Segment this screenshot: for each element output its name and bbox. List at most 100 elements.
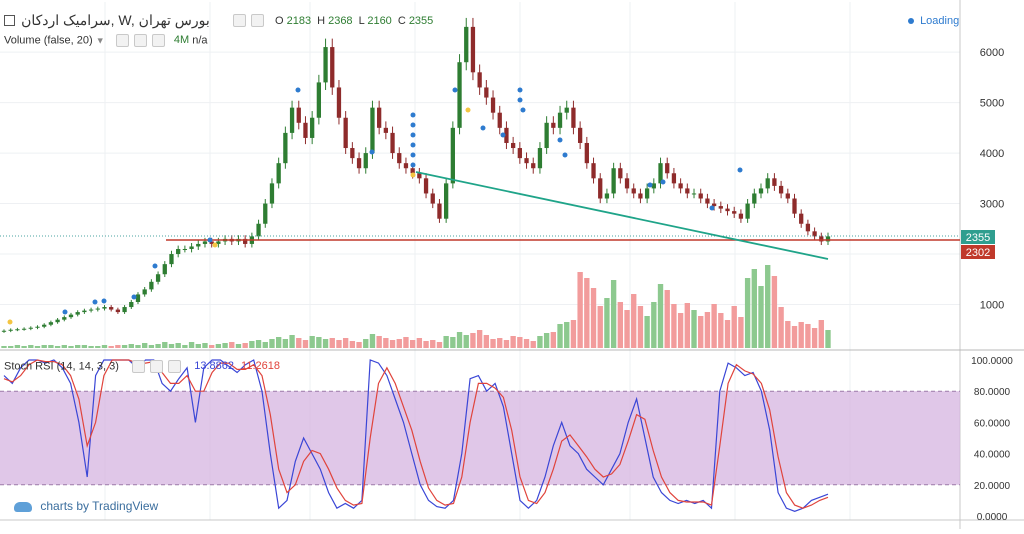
- volume-bar: [664, 290, 670, 348]
- stoch-name: Stoch RSI (14, 14, 3, 3): [4, 360, 119, 373]
- volume-bar: [195, 344, 201, 348]
- signal-dot: [709, 205, 715, 211]
- candle-body: [430, 193, 435, 204]
- volume-bar: [691, 310, 697, 348]
- volume-bar: [765, 265, 771, 348]
- price-tick-label: 3000: [980, 199, 1004, 211]
- settings-button[interactable]: [232, 14, 246, 27]
- candle-body: [68, 314, 74, 318]
- volume-bar: [21, 346, 27, 348]
- volume-bar: [778, 307, 784, 348]
- candle-body: [631, 188, 636, 194]
- volume-bar: [229, 342, 235, 348]
- volume-bar: [14, 345, 21, 348]
- stoch-close-button[interactable]: [168, 360, 182, 373]
- volume-bar: [329, 338, 335, 348]
- volume-bar: [758, 286, 764, 348]
- volume-bar: [791, 326, 798, 348]
- candle-body: [464, 26, 469, 63]
- candle-body: [665, 163, 670, 174]
- price-tick-label: 6000: [980, 47, 1004, 59]
- candle-body: [397, 153, 402, 164]
- candle-body: [276, 163, 281, 184]
- candle-body: [524, 158, 529, 164]
- candle-body: [537, 148, 543, 169]
- volume-bar: [490, 339, 496, 348]
- signal-dot: [212, 242, 218, 248]
- candle-body: [510, 142, 516, 149]
- volume-bar: [208, 345, 215, 348]
- candle-body: [417, 173, 422, 179]
- volume-bar: [597, 306, 603, 348]
- candle-body: [792, 198, 797, 214]
- signal-dot: [410, 112, 416, 118]
- ohlc-value-l: 2160: [367, 14, 392, 27]
- volume-bar: [28, 345, 34, 348]
- volume-bar: [684, 303, 690, 348]
- volume-bar: [503, 340, 510, 348]
- candle-body: [785, 193, 790, 199]
- candle-body: [799, 213, 804, 224]
- signal-dot: [7, 319, 13, 325]
- volume-bar: [557, 324, 563, 348]
- signal-dot: [410, 142, 416, 148]
- volume-bar: [644, 316, 650, 348]
- volume-bar: [75, 345, 81, 348]
- hide-button[interactable]: [250, 14, 264, 27]
- volume-bar: [101, 345, 108, 348]
- volume-legend: Volume (false, 20) ▼ 4M n/a: [4, 34, 208, 47]
- candle-body: [109, 307, 114, 310]
- candle-body: [497, 112, 502, 128]
- signal-dot: [465, 107, 471, 113]
- volume-settings-button[interactable]: [115, 34, 129, 47]
- volume-close-button[interactable]: [151, 34, 165, 47]
- volume-bar: [543, 333, 550, 348]
- candle-body: [584, 142, 589, 164]
- volume-bar: [785, 321, 791, 348]
- volume-bar: [155, 344, 161, 348]
- volume-hide-button[interactable]: [133, 34, 147, 47]
- volume-bar: [436, 342, 443, 348]
- candle-body: [323, 47, 328, 83]
- volume-bar: [262, 342, 268, 348]
- signal-dot: [452, 87, 458, 93]
- chevron-down-icon[interactable]: ▼: [96, 35, 105, 45]
- candle-body: [564, 107, 569, 113]
- signal-dot: [660, 179, 666, 185]
- candle-body: [765, 178, 770, 189]
- volume-bar: [61, 345, 67, 348]
- signal-dot: [131, 294, 137, 300]
- volume-bar: [316, 337, 322, 348]
- candle-body: [390, 132, 395, 154]
- candle-body: [15, 329, 20, 331]
- candle-body: [350, 148, 355, 159]
- stoch-hide-button[interactable]: [150, 360, 164, 373]
- candle-body: [316, 82, 322, 118]
- chart-canvas[interactable]: 1000 3000 4000 5000 6000 2355 2302 100.0000 80.0…: [0, 0, 1024, 529]
- tradingview-cloud-icon: [14, 501, 32, 512]
- stoch-settings-button[interactable]: [132, 360, 146, 373]
- candle-body: [363, 153, 368, 169]
- candle-body: [745, 203, 750, 219]
- volume-bar: [698, 316, 704, 348]
- volume-bar: [8, 346, 14, 348]
- signal-dot: [410, 132, 416, 138]
- volume-bar: [396, 339, 402, 348]
- collapse-icon[interactable]: [4, 15, 15, 26]
- volume-bar: [342, 338, 349, 348]
- volume-bar: [751, 269, 757, 348]
- candle-body: [383, 127, 388, 133]
- candle-body: [671, 173, 677, 184]
- candle-body: [551, 122, 556, 128]
- stoch-legend: Stoch RSI (14, 14, 3, 3) 13.8862 11.2618: [4, 360, 280, 373]
- branding[interactable]: charts by TradingView: [14, 499, 158, 513]
- volume-bar: [269, 339, 275, 348]
- candle-body: [557, 112, 563, 128]
- candle-body: [283, 132, 288, 164]
- candle-body: [370, 107, 375, 154]
- candle-body: [343, 117, 348, 149]
- volume-bar: [296, 338, 302, 348]
- volume-bar: [724, 320, 731, 348]
- volume-bar: [510, 336, 516, 348]
- loading-text: Loading: [920, 15, 960, 27]
